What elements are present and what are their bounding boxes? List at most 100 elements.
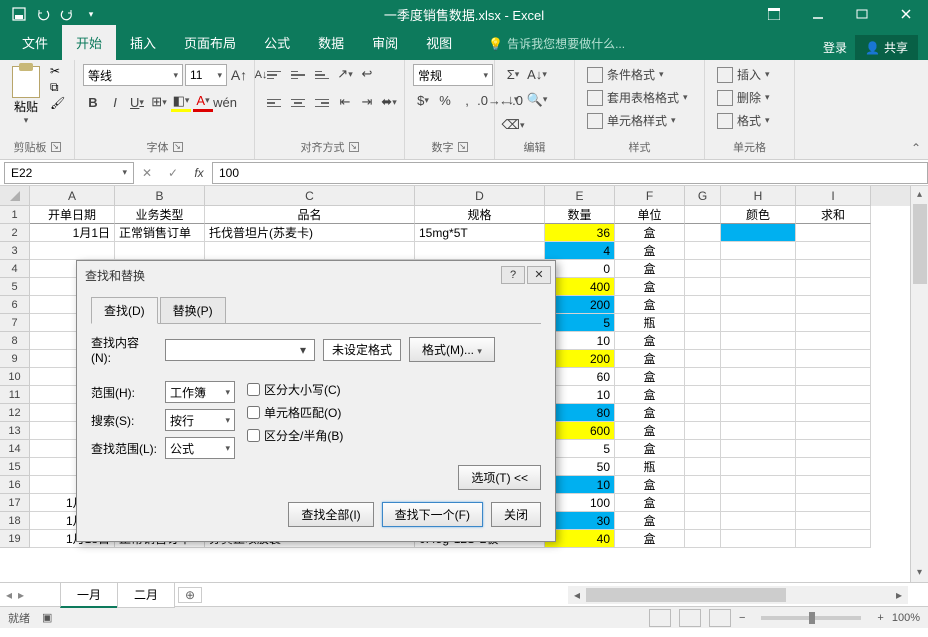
col-header-F[interactable]: F (615, 186, 685, 206)
row-header[interactable]: 14 (0, 440, 30, 458)
cell[interactable]: 瓶 (615, 458, 685, 476)
cell[interactable]: 瓶 (615, 314, 685, 332)
autosum-icon[interactable]: Σ▾ (503, 64, 523, 84)
currency-icon[interactable]: $▾ (413, 90, 433, 110)
cell[interactable]: 盒 (615, 260, 685, 278)
cell[interactable] (721, 260, 796, 278)
cell[interactable] (796, 440, 871, 458)
cell[interactable] (115, 242, 205, 260)
bold-button[interactable]: B (83, 92, 103, 112)
cell[interactable] (721, 368, 796, 386)
cell[interactable] (721, 404, 796, 422)
clipboard-launcher-icon[interactable]: ↘ (51, 142, 61, 152)
find-tab[interactable]: 查找(D) (91, 297, 158, 324)
add-sheet-button[interactable]: ⊕ (178, 587, 202, 603)
match-whole-checkbox[interactable]: 单元格匹配(O) (247, 404, 343, 421)
zoom-slider[interactable] (761, 616, 861, 620)
cell-styles-button[interactable]: 单元格样式▾ (583, 110, 680, 131)
font-size-select[interactable]: 11▾ (185, 64, 227, 86)
number-format-select[interactable]: 常规▾ (413, 64, 493, 86)
cell[interactable] (685, 530, 721, 548)
cell[interactable] (721, 512, 796, 530)
zoom-level[interactable]: 100% (892, 612, 920, 624)
enter-formula-icon[interactable]: ✓ (160, 162, 186, 184)
col-header-I[interactable]: I (796, 186, 871, 206)
orientation-icon[interactable]: ↗▾ (335, 64, 355, 84)
cell[interactable]: 单位 (615, 206, 685, 224)
ribbon-tab-2[interactable]: 插入 (116, 25, 170, 60)
cell[interactable] (685, 242, 721, 260)
zoom-in-icon[interactable]: + (877, 612, 883, 624)
find-select-icon[interactable]: 🔍▾ (527, 90, 547, 110)
ribbon-tab-7[interactable]: 视图 (412, 25, 466, 60)
fill-color-button[interactable]: ◧▾ (171, 92, 191, 112)
col-header-H[interactable]: H (721, 186, 796, 206)
lookin-select[interactable]: 公式▾ (165, 437, 235, 459)
cell[interactable] (685, 206, 721, 224)
align-center-icon[interactable] (287, 92, 309, 114)
col-header-D[interactable]: D (415, 186, 545, 206)
page-layout-view-icon[interactable] (679, 609, 701, 627)
normal-view-icon[interactable] (649, 609, 671, 627)
font-launcher-icon[interactable]: ↘ (173, 142, 183, 152)
cell[interactable] (685, 332, 721, 350)
cell[interactable]: 数量 (545, 206, 615, 224)
cell[interactable] (796, 530, 871, 548)
italic-button[interactable]: I (105, 92, 125, 112)
maximize-icon[interactable] (840, 0, 884, 28)
replace-tab[interactable]: 替换(P) (160, 297, 226, 324)
cell[interactable] (796, 278, 871, 296)
cell[interactable] (721, 296, 796, 314)
cell[interactable]: 盒 (615, 296, 685, 314)
cell[interactable] (685, 512, 721, 530)
row-header[interactable]: 18 (0, 512, 30, 530)
format-button[interactable]: 格式(M)... ▾ (409, 337, 495, 362)
redo-icon[interactable] (56, 3, 78, 25)
increase-indent-icon[interactable]: ⇥ (357, 92, 377, 112)
match-case-checkbox[interactable]: 区分大小写(C) (247, 381, 343, 398)
col-header-C[interactable]: C (205, 186, 415, 206)
undo-icon[interactable] (32, 3, 54, 25)
paste-button[interactable]: 粘贴 ▾ (8, 64, 44, 128)
page-break-view-icon[interactable] (709, 609, 731, 627)
cell[interactable]: 盒 (615, 530, 685, 548)
align-launcher-icon[interactable]: ↘ (349, 142, 359, 152)
cell[interactable] (796, 350, 871, 368)
cell[interactable] (721, 386, 796, 404)
cell[interactable] (721, 314, 796, 332)
wrap-text-icon[interactable]: ↩ (357, 64, 377, 84)
cell[interactable] (721, 242, 796, 260)
number-launcher-icon[interactable]: ↘ (458, 142, 468, 152)
cell[interactable] (721, 350, 796, 368)
cell[interactable] (721, 494, 796, 512)
percent-icon[interactable]: % (435, 90, 455, 110)
align-top-icon[interactable] (263, 64, 285, 86)
table-format-button[interactable]: 套用表格格式▾ (583, 87, 692, 108)
fill-icon[interactable]: ↓▾ (503, 90, 523, 110)
cell[interactable] (721, 476, 796, 494)
ribbon-tab-1[interactable]: 开始 (62, 25, 116, 60)
cell[interactable]: 盒 (615, 350, 685, 368)
cell[interactable]: 盒 (615, 494, 685, 512)
select-all-button[interactable] (0, 186, 30, 206)
cell[interactable] (205, 242, 415, 260)
cell[interactable]: 颜色 (721, 206, 796, 224)
cell[interactable]: 盒 (615, 422, 685, 440)
save-icon[interactable] (8, 3, 30, 25)
scroll-right-icon[interactable]: ▸ (890, 588, 908, 602)
row-header[interactable]: 7 (0, 314, 30, 332)
minimize-icon[interactable] (796, 0, 840, 28)
comma-icon[interactable]: , (457, 90, 477, 110)
cell[interactable] (796, 224, 871, 242)
cell[interactable] (685, 476, 721, 494)
cell[interactable] (796, 476, 871, 494)
cell[interactable] (685, 224, 721, 242)
cell[interactable] (796, 296, 871, 314)
cell[interactable]: 盒 (615, 368, 685, 386)
cell[interactable]: 规格 (415, 206, 545, 224)
cell[interactable] (796, 404, 871, 422)
align-middle-icon[interactable] (287, 64, 309, 86)
format-cells-button[interactable]: 格式▾ (713, 110, 774, 131)
tell-me-search[interactable]: 💡 告诉我您想要做什么... (476, 27, 637, 60)
decrease-indent-icon[interactable]: ⇤ (335, 92, 355, 112)
